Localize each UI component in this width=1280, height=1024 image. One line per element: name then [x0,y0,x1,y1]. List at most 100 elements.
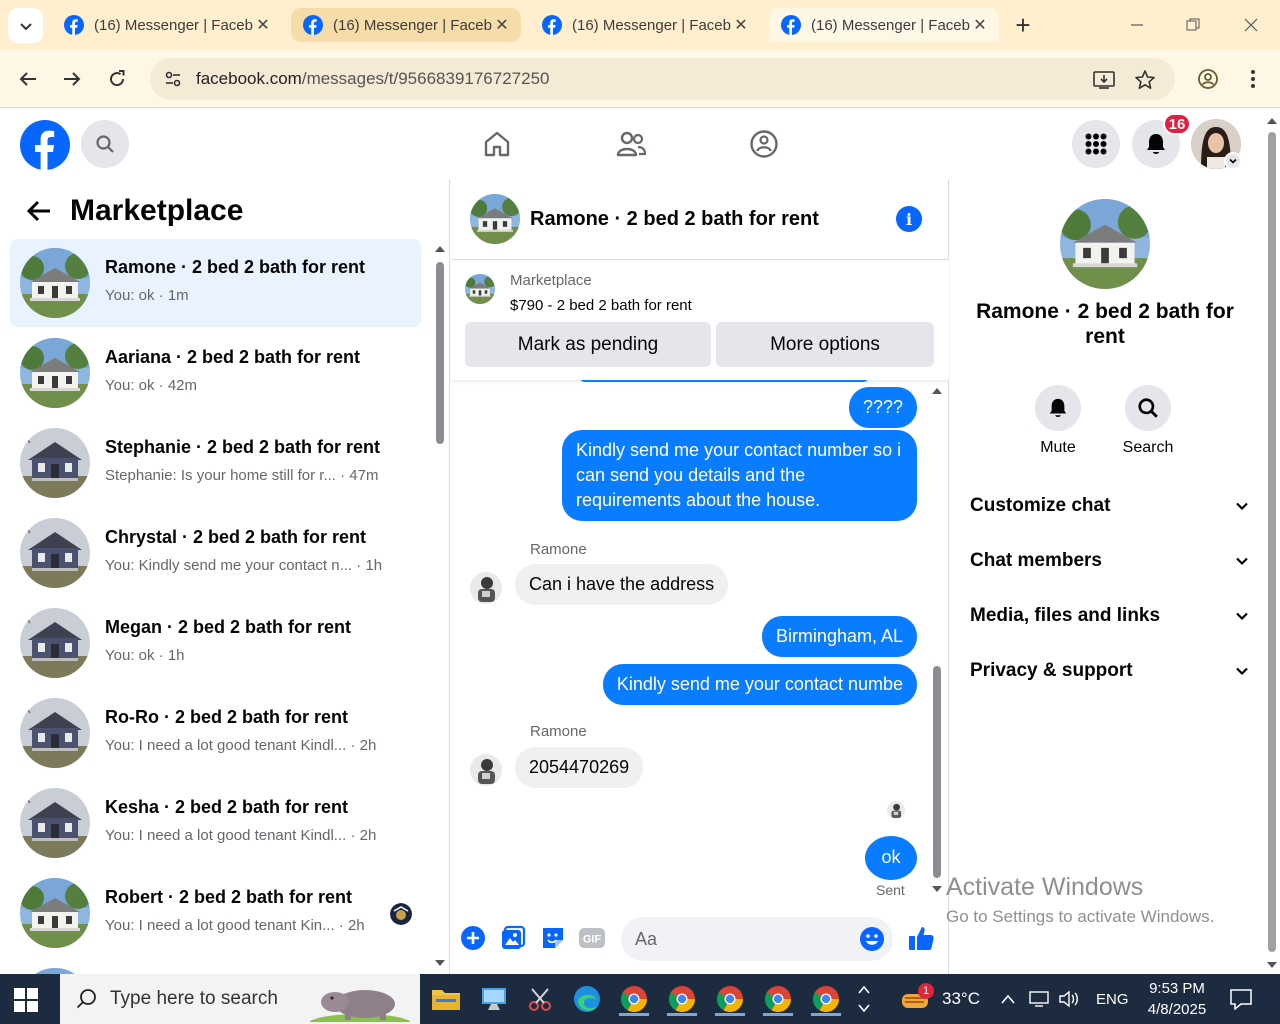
conversation-item[interactable]: Chrystal · 2 bed 2 bath for rent You: Kin… [10,509,421,597]
chrome-profile-app[interactable] [713,982,747,1016]
site-info-icon[interactable] [162,68,184,90]
menu-button[interactable] [1072,120,1120,168]
message-input[interactable] [635,917,855,961]
notification-center-button[interactable] [1224,982,1258,1016]
profile-button[interactable] [1195,66,1221,92]
taskbar-overflow[interactable] [852,982,876,1016]
page-scrollbar[interactable] [1264,108,1280,974]
conversation-item[interactable]: Megan · 2 bed 2 bath for rent You: ok · 1… [10,599,421,687]
message-bubble-incoming[interactable]: 2054470269 [515,747,644,788]
back-button[interactable] [15,66,41,92]
listing-price-title[interactable]: $790 - 2 bed 2 bath for rent [510,297,692,314]
message-bubble-outgoing[interactable]: Kindly send me your contact numbe [602,664,917,705]
restore-button[interactable] [1178,10,1208,40]
network-icon[interactable] [1028,990,1050,1008]
file-explorer-app[interactable] [429,982,463,1016]
edge-browser-app[interactable] [570,982,604,1016]
section-customize-chat[interactable]: Customize chat [970,486,1250,526]
attach-photo-button[interactable] [499,924,527,952]
conversation-item[interactable]: Ro-Ro · 2 bed 2 bath for rent You: I need… [10,689,421,777]
snipping-tool-app[interactable] [524,982,558,1016]
chrome-profile-app[interactable] [761,982,795,1016]
account-chevron-icon[interactable] [1224,152,1242,170]
scroll-down-arrow-icon[interactable] [931,884,943,894]
search-button[interactable] [81,120,129,168]
bookmark-star-icon[interactable] [1133,68,1157,92]
scroll-up-arrow-icon[interactable] [434,244,446,254]
add-attachment-button[interactable] [459,924,487,952]
close-window-button[interactable] [1236,10,1266,40]
input-language[interactable]: ENG [1096,991,1129,1008]
conversation-avatar[interactable] [1060,199,1150,289]
scrollbar-thumb[interactable] [1268,132,1276,952]
close-tab-icon[interactable]: ✕ [493,16,511,34]
listing-thumbnail[interactable] [465,274,495,304]
system-tray-icons[interactable]: ENG [1000,974,1129,1024]
section-privacy-support[interactable]: Privacy & support [970,651,1250,691]
close-tab-icon[interactable]: ✕ [254,16,272,34]
chrome-profile-app[interactable] [809,982,843,1016]
forward-button[interactable] [59,66,85,92]
conversation-item[interactable]: Ramone · 2 bed 2 bath for rent You: ok · … [10,239,421,327]
friends-nav[interactable] [611,124,651,164]
gif-button[interactable]: GIF [578,924,606,952]
browser-menu-button[interactable] [1240,66,1266,92]
conversation-item[interactable]: Robert · 2 bed 2 bath for rent You: I nee… [10,869,421,957]
system-clock[interactable]: 9:53 PM 4/8/2025 [1132,978,1222,1020]
browser-tab[interactable]: (16) Messenger | Faceb ✕ [530,8,760,42]
address-bar[interactable]: facebook.com/messages/t/9566839176727250 [150,58,1175,100]
facebook-logo[interactable] [20,120,70,170]
mark-as-pending-button[interactable]: Mark as pending [465,322,711,367]
chrome-app[interactable] [617,982,651,1016]
weather-widget[interactable]: 1 33°C [900,974,980,1024]
groups-nav[interactable] [744,124,784,164]
chat-scrollbar[interactable] [931,386,943,894]
scroll-up-arrow-icon[interactable] [931,386,943,396]
home-nav[interactable] [477,124,517,164]
more-options-button[interactable]: More options [716,322,934,367]
close-tab-icon[interactable]: ✕ [732,16,750,34]
mute-action[interactable]: Mute [1018,385,1098,457]
search-in-conversation-button[interactable] [1125,385,1171,431]
scroll-down-arrow-icon[interactable] [434,958,446,968]
chevron-up-icon[interactable] [1000,993,1016,1005]
section-chat-members[interactable]: Chat members [970,541,1250,581]
install-app-icon[interactable] [1092,68,1116,92]
section-media-files-links[interactable]: Media, files and links [970,596,1250,636]
message-bubble-outgoing[interactable]: Birmingham, AL [761,616,917,657]
tab-search-button[interactable] [8,8,43,43]
chat-title[interactable]: Ramone · 2 bed 2 bath for rent [530,208,819,231]
back-button[interactable] [24,196,54,226]
minimize-button[interactable] [1122,10,1152,40]
sticker-button[interactable] [539,924,567,952]
scroll-down-arrow-icon[interactable] [1266,960,1278,970]
conversation-item[interactable]: Aariana · 2 bed 2 bath for rent You: ok ·… [10,329,421,417]
conversation-list-scrollbar[interactable] [434,240,446,970]
chrome-profile-app[interactable] [665,982,699,1016]
sender-avatar[interactable] [470,572,502,604]
conversation-item[interactable] [10,959,421,974]
close-tab-icon[interactable]: ✕ [971,16,989,34]
browser-tab[interactable]: (16) Messenger | Faceb ✕ [52,8,282,42]
conversation-item[interactable]: Stephanie · 2 bed 2 bath for rent Stephan… [10,419,421,507]
sender-avatar[interactable] [470,754,502,786]
volume-icon[interactable] [1058,990,1080,1008]
like-button[interactable] [907,924,935,952]
conversation-item[interactable]: Kesha · 2 bed 2 bath for rent You: I need… [10,779,421,867]
chat-listing-thumbnail[interactable] [470,194,520,244]
search-action[interactable]: Search [1108,385,1188,457]
scrollbar-thumb[interactable] [436,262,444,444]
message-bubble-outgoing[interactable]: Kindly send me your contact number so i … [562,430,917,521]
browser-tab[interactable]: (16) Messenger | Faceb ✕ [291,8,521,42]
browser-tab-active[interactable]: (16) Messenger | Faceb ✕ [769,8,999,42]
info-icon[interactable]: i [896,206,922,232]
mute-button[interactable] [1035,385,1081,431]
message-bubble-outgoing[interactable]: ok [865,836,917,880]
message-bubble-outgoing[interactable]: ???? [848,387,917,428]
taskbar-search-box[interactable]: Type here to search [60,974,420,1024]
remote-desktop-app[interactable] [477,982,511,1016]
reload-button[interactable] [104,66,130,92]
scrollbar-thumb[interactable] [933,666,941,878]
emoji-icon[interactable] [859,926,885,952]
scroll-up-arrow-icon[interactable] [1266,116,1278,126]
